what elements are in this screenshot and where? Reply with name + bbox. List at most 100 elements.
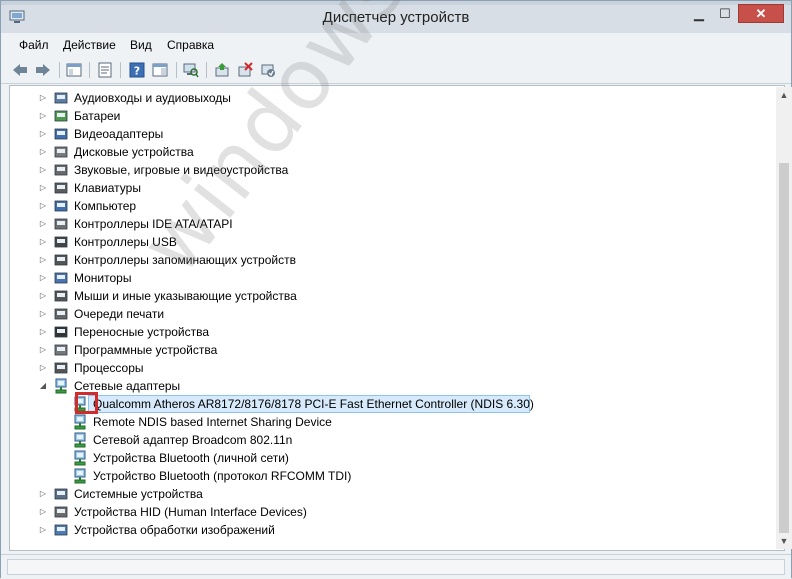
minimize-button[interactable]: ▁ — [686, 4, 712, 23]
network-adapter-icon — [72, 432, 88, 448]
expand-arrow-icon[interactable]: ▷ — [39, 359, 47, 377]
tree-item-label: Устройства HID (Human Interface Devices) — [74, 505, 307, 519]
tree-item-label: Батареи — [74, 109, 121, 123]
tree-item-label: Переносные устройства — [74, 325, 210, 339]
window-title: Диспетчер устройств — [322, 9, 470, 26]
battery-icon — [53, 108, 69, 124]
scan-hardware-changes-icon[interactable] — [182, 61, 200, 79]
disk-drive-icon — [53, 144, 69, 160]
menu-action[interactable]: Действие — [63, 38, 116, 52]
toolbar-separator — [89, 62, 90, 78]
network-adapter-icon — [72, 468, 88, 484]
keyboard-icon — [53, 180, 69, 196]
expand-arrow-icon[interactable]: ▷ — [39, 305, 47, 323]
tree-item-label: Контроллеры USB — [74, 235, 177, 249]
scrollbar-thumb[interactable] — [779, 163, 789, 533]
expand-arrow-icon[interactable]: ▷ — [39, 269, 47, 287]
tree-item-label: Видеоадаптеры — [74, 127, 164, 141]
storage-controller-icon — [53, 252, 69, 268]
tree-item-label: Qualcomm Atheros AR8172/8176/8178 PCI-E … — [93, 397, 534, 411]
toolbar-separator — [176, 62, 177, 78]
tree-item-label: Звуковые, игровые и видеоустройства — [74, 163, 289, 177]
highlight-annotation-box — [75, 392, 98, 414]
scroll-down-icon[interactable]: ▼ — [776, 533, 792, 549]
tree-item-label: Remote NDIS based Internet Sharing Devic… — [93, 415, 332, 429]
collapse-arrow-icon[interactable]: ◢ — [39, 377, 47, 395]
menu-help[interactable]: Справка — [167, 38, 214, 52]
expand-arrow-icon[interactable]: ▷ — [39, 89, 47, 107]
tree-item-label: Контроллеры запоминающих устройств — [74, 253, 296, 267]
status-pane — [7, 559, 785, 575]
expand-arrow-icon[interactable]: ▷ — [39, 251, 47, 269]
network-adapter-icon — [72, 450, 88, 466]
tree-item-label: Дисковые устройства — [74, 145, 194, 159]
vertical-scrollbar[interactable]: ▲ ▼ — [776, 87, 792, 549]
status-bar — [1, 554, 791, 579]
scroll-up-icon[interactable]: ▲ — [776, 87, 792, 103]
network-adapter-icon — [72, 414, 88, 430]
toolbar-separator — [59, 62, 60, 78]
expand-arrow-icon[interactable]: ▷ — [39, 323, 47, 341]
ide-controller-icon — [53, 216, 69, 232]
tree-item-label: Программные устройства — [74, 343, 218, 357]
expand-arrow-icon[interactable]: ▷ — [39, 161, 47, 179]
toolbar-separator — [120, 62, 121, 78]
expand-arrow-icon[interactable]: ▷ — [39, 125, 47, 143]
expand-arrow-icon[interactable]: ▷ — [39, 521, 47, 539]
display-adapter-icon — [53, 126, 69, 142]
expand-arrow-icon[interactable]: ▷ — [39, 485, 47, 503]
svg-text:?: ? — [134, 65, 140, 78]
usb-icon — [53, 234, 69, 250]
expand-arrow-icon[interactable]: ▷ — [39, 233, 47, 251]
action-pane-icon[interactable] — [151, 61, 169, 79]
menu-bar: Файл Действие Вид Справка — [1, 34, 791, 56]
title-bar[interactable]: Диспетчер устройств ▁ ☐ ✕ — [1, 1, 791, 33]
tree-item-label: Сетевой адаптер Broadcom 802.11n — [93, 433, 293, 447]
printer-icon — [53, 306, 69, 322]
computer-icon — [53, 198, 69, 214]
show-hide-console-tree-icon[interactable] — [65, 61, 83, 79]
expand-arrow-icon[interactable]: ▷ — [39, 179, 47, 197]
tree-item-label: Устройства Bluetooth (личной сети) — [93, 451, 289, 465]
imaging-device-icon — [53, 522, 69, 538]
close-button[interactable]: ✕ — [738, 4, 784, 23]
tree-item-label: Устройства обработки изображений — [74, 523, 275, 537]
tree-item-label: Системные устройства — [74, 487, 203, 501]
uninstall-device-icon[interactable] — [236, 61, 254, 79]
tree-item-label: Процессоры — [74, 361, 144, 375]
menu-view[interactable]: Вид — [130, 38, 152, 52]
expand-arrow-icon[interactable]: ▷ — [39, 143, 47, 161]
device-tree-pane[interactable]: ▷ Аудиовходы и аудиовыходы ▷ Батареи ▷ Видеоа… — [9, 85, 792, 551]
software-device-icon — [53, 342, 69, 358]
properties-icon[interactable] — [96, 61, 114, 79]
toolbar: ? — [1, 57, 791, 84]
tree-item-label: Мыши и иные указывающие устройства — [74, 289, 297, 303]
portable-device-icon — [53, 324, 69, 340]
device-manager-window: Диспетчер устройств ▁ ☐ ✕ Файл Действие … — [0, 0, 792, 579]
speaker-icon — [53, 90, 69, 106]
processor-icon — [53, 360, 69, 376]
maximize-button[interactable]: ☐ — [712, 4, 738, 23]
back-arrow-icon[interactable] — [11, 61, 29, 79]
sound-icon — [53, 162, 69, 178]
tree-item-label: Мониторы — [74, 271, 132, 285]
expand-arrow-icon[interactable]: ▷ — [39, 341, 47, 359]
tree-item-label: Аудиовходы и аудиовыходы — [74, 91, 231, 105]
update-driver-icon[interactable] — [213, 61, 231, 79]
hid-icon — [53, 504, 69, 520]
disable-device-icon[interactable] — [259, 61, 277, 79]
system-device-icon — [53, 486, 69, 502]
expand-arrow-icon[interactable]: ▷ — [39, 215, 47, 233]
forward-arrow-icon[interactable] — [34, 61, 52, 79]
menu-file[interactable]: Файл — [19, 38, 49, 52]
toolbar-separator — [206, 62, 207, 78]
monitor-icon — [53, 270, 69, 286]
expand-arrow-icon[interactable]: ▷ — [39, 287, 47, 305]
expand-arrow-icon[interactable]: ▷ — [39, 107, 47, 125]
tree-item-label: Контроллеры IDE ATA/ATAPI — [74, 217, 233, 231]
network-adapter-icon — [53, 378, 69, 394]
expand-arrow-icon[interactable]: ▷ — [39, 503, 47, 521]
taskbar-strip — [1, 1, 791, 5]
help-icon[interactable]: ? — [128, 61, 146, 79]
expand-arrow-icon[interactable]: ▷ — [39, 197, 47, 215]
